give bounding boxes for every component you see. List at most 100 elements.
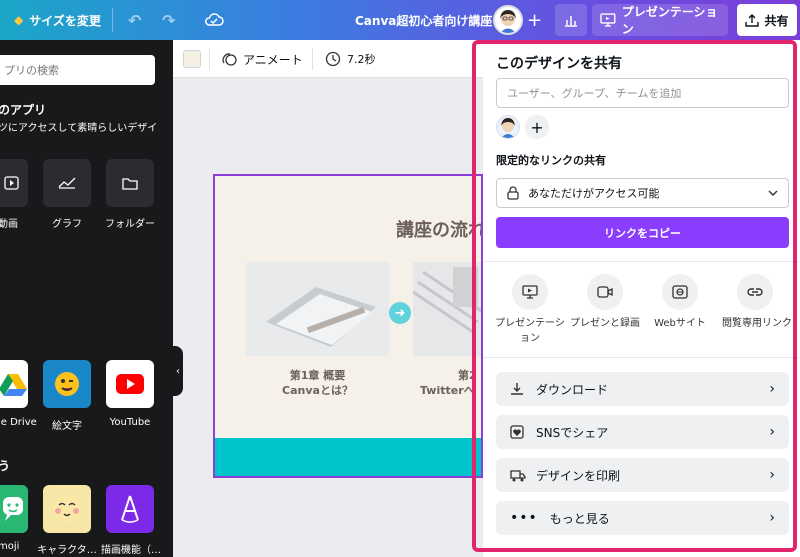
app-search-placeholder: プリの検索 [4, 64, 59, 77]
share-option-view-link-label: 閲覧専用リンク [722, 318, 792, 329]
link-icon [747, 288, 763, 296]
invite-people-input[interactable]: ユーザー、グループ、チームを追加 [496, 78, 789, 108]
copy-link-button[interactable]: リンクをコピー [496, 217, 789, 248]
chevron-right-icon: › [769, 467, 775, 483]
slide-title[interactable]: 講座の流れ [396, 216, 481, 242]
resize-label: サイズを変更 [29, 13, 101, 28]
document-title[interactable]: Canva超初心者向け講座 [355, 0, 492, 40]
card2-line2: Twitterへ [420, 384, 475, 397]
collaborator-avatar[interactable] [496, 115, 520, 139]
app-tile-emoji[interactable] [43, 360, 91, 408]
crown-icon: ◆ [14, 13, 24, 27]
access-value: あなただけがアクセス可能 [528, 187, 660, 200]
undo-icon[interactable]: ↶ [128, 0, 141, 40]
access-level-select[interactable]: あなただけがアクセス可能 [496, 178, 789, 208]
add-people-icon[interactable]: + [525, 115, 549, 139]
label-line: プレゼンテーシ [495, 318, 565, 329]
truck-icon [510, 469, 526, 481]
youtube-icon [116, 374, 144, 394]
app-tile-chart[interactable] [43, 159, 91, 207]
app-tile-character[interactable] [43, 485, 91, 533]
card1-text[interactable]: 第1章 概要 Canvaとは？ [246, 368, 389, 398]
copy-link-label: リンクをコピー [604, 226, 681, 240]
app-tile-bitmoji[interactable] [0, 485, 28, 533]
share-option-present[interactable] [512, 274, 548, 310]
share-option-website[interactable] [662, 274, 698, 310]
print-design-label: デザインを印刷 [536, 468, 621, 483]
see-more-button[interactable]: ••• もっと見る › [496, 501, 789, 535]
slide-image-keyboard[interactable] [413, 262, 481, 356]
collapse-sidebar-handle[interactable]: ‹ [173, 346, 183, 396]
google-drive-icon [0, 374, 27, 396]
present-icon [600, 13, 616, 27]
background-color-swatch[interactable] [183, 50, 201, 68]
share-sns-label: SNSでシェア [536, 425, 609, 440]
app-tile-video[interactable] [0, 159, 28, 207]
label-line: ョン [520, 333, 540, 344]
top-bar: ◆ サイズを変更 ↶ ↷ Canva超初心者向け講座 + プレゼンテーション 共… [0, 0, 800, 40]
slide-canvas[interactable]: 講座の流れ ➜ 第1章 概要 Canvaとは？ 第2 Twitterへ [213, 174, 483, 478]
app-label-draw: 描画機能（… [101, 545, 161, 556]
link-section-title: 限定的なリンクの共有 [496, 154, 606, 167]
emoji-icon [55, 372, 79, 396]
more-icon: ••• [510, 510, 538, 526]
share-option-record-label: プレゼンと録画 [570, 318, 640, 329]
divider [209, 48, 210, 70]
heart-icon [510, 425, 524, 439]
resize-button[interactable]: ◆ サイズを変更 [14, 0, 101, 40]
chevron-down-icon [768, 190, 778, 196]
download-label: ダウンロード [536, 382, 609, 397]
app-label-emoji: 絵文字 [52, 421, 82, 432]
present-button[interactable]: プレゼンテーション [592, 4, 728, 36]
app-search-input[interactable]: プリの検索 [0, 55, 155, 85]
app-label-chart: グラフ [52, 219, 82, 230]
slide-image-laptop[interactable] [246, 262, 389, 356]
divider [483, 261, 800, 262]
app-label-youtube: YouTube [109, 417, 151, 428]
card2-text[interactable]: 第2 Twitterへ [420, 368, 477, 398]
invite-placeholder: ユーザー、グループ、チームを追加 [507, 87, 682, 100]
app-label-folder: フォルダー [105, 219, 155, 230]
chart-icon [58, 177, 76, 189]
app-label-bitmoji: moji [0, 541, 20, 552]
divider [112, 8, 113, 32]
chevron-right-icon: › [769, 424, 775, 440]
section-title: のアプリ [0, 103, 47, 117]
app-label-character: キャラクタ… [37, 545, 97, 556]
share-option-record[interactable] [587, 274, 623, 310]
redo-icon[interactable]: ↷ [162, 0, 175, 40]
video-icon [4, 176, 19, 190]
character-icon [53, 495, 81, 523]
cloud-saved-icon[interactable] [204, 0, 224, 40]
canvas-toolbar: アニメート 7.2秒 [173, 40, 483, 78]
app-tile-google-drive[interactable] [0, 360, 28, 408]
bar-chart-icon [565, 16, 577, 27]
slide-footer-band [215, 438, 481, 476]
duration-button[interactable]: 7.2秒 [325, 40, 376, 78]
folder-icon [122, 178, 138, 190]
card1-line2: Canvaとは？ [282, 384, 353, 397]
share-option-view-link[interactable] [737, 274, 773, 310]
record-icon [597, 286, 613, 298]
duration-label: 7.2秒 [347, 53, 376, 66]
share-button[interactable]: 共有 [737, 4, 797, 36]
lock-icon [507, 186, 519, 200]
card2-line1: 第2 [458, 369, 477, 382]
download-button[interactable]: ダウンロード › [496, 372, 789, 406]
present-label: プレゼンテーション [621, 5, 718, 36]
share-option-present-label: プレゼンテーシ ョン [492, 316, 568, 346]
insights-button[interactable] [555, 4, 587, 36]
add-collaborator-icon[interactable]: + [527, 0, 542, 40]
avatar[interactable] [493, 5, 523, 35]
app-tile-draw[interactable] [106, 485, 154, 533]
share-sns-button[interactable]: SNSでシェア › [496, 415, 789, 449]
print-design-button[interactable]: デザインを印刷 › [496, 458, 789, 492]
download-icon [511, 383, 523, 395]
see-more-label: もっと見る [549, 511, 610, 526]
app-label-video: 動画 [0, 219, 18, 230]
app-tile-youtube[interactable] [106, 360, 154, 408]
app-tile-folder[interactable] [106, 159, 154, 207]
present-icon [522, 285, 538, 299]
animate-button[interactable]: アニメート [221, 40, 303, 78]
share-option-website-label: Webサイト [654, 318, 706, 329]
